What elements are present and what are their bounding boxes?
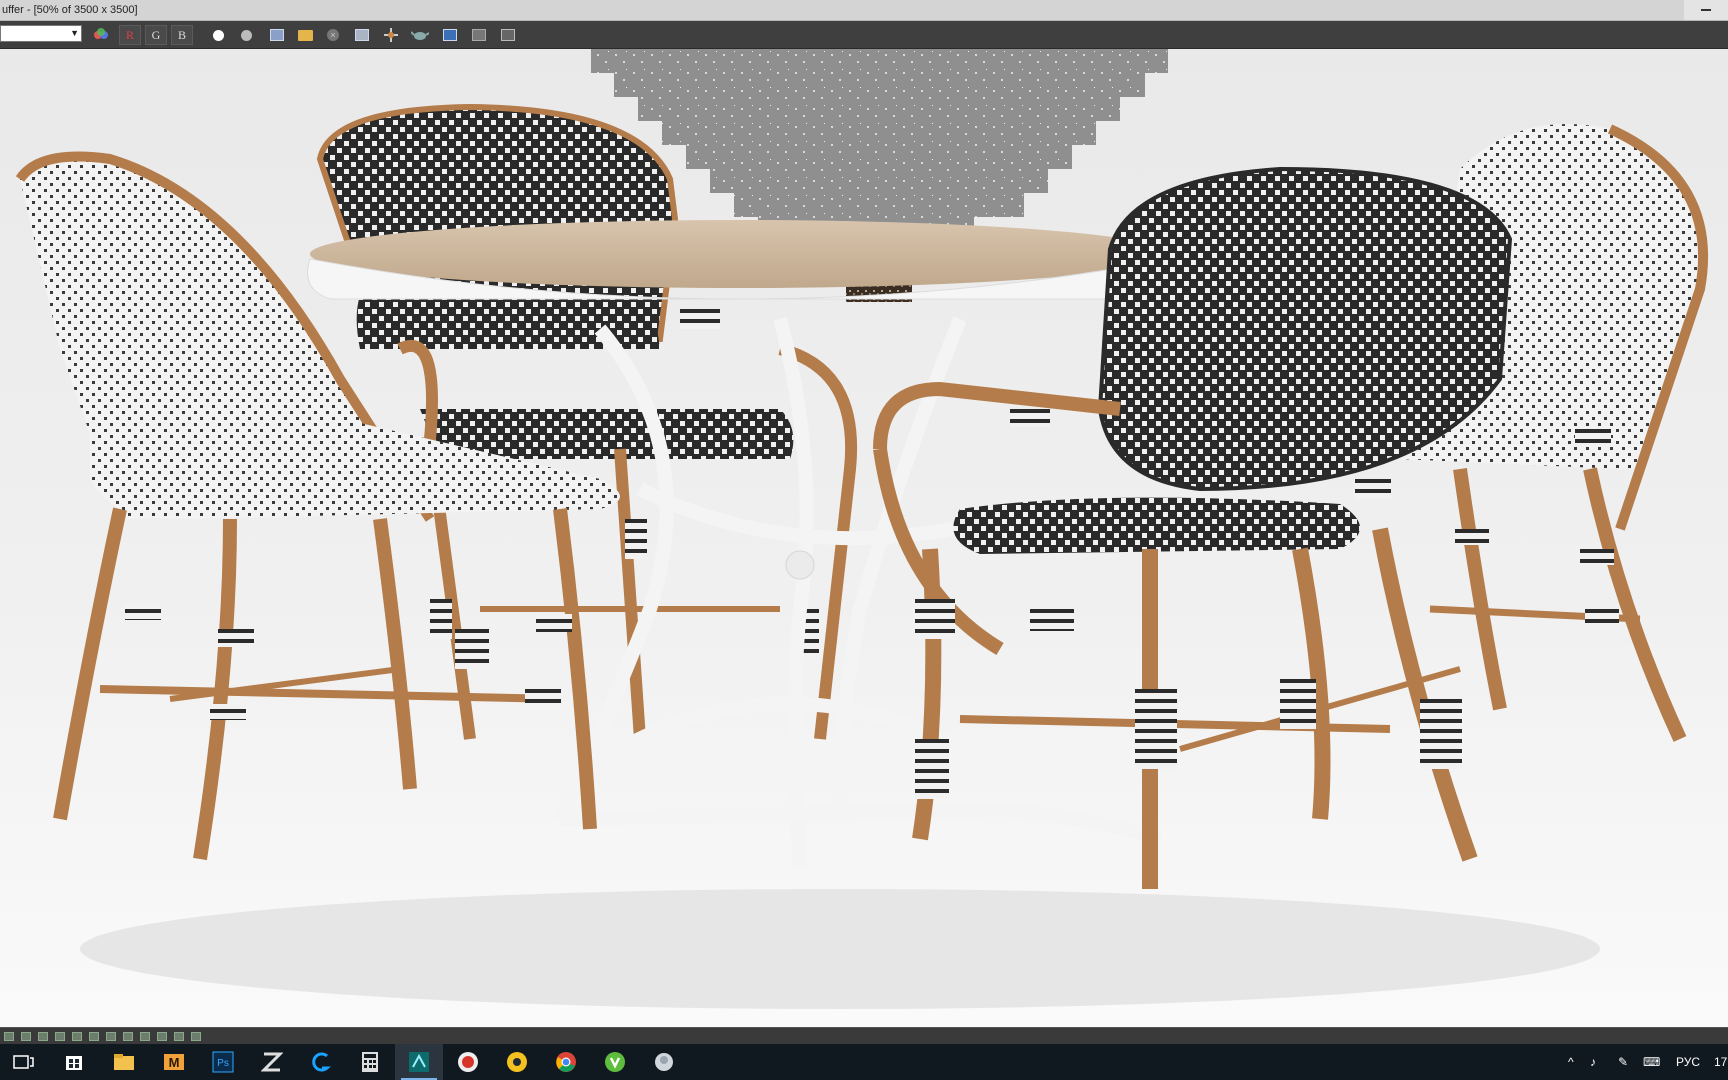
status-icon-10[interactable] [157, 1032, 167, 1041]
status-icon-1[interactable] [4, 1032, 14, 1041]
torrent-icon[interactable] [591, 1044, 639, 1080]
browser-yellow-icon[interactable] [493, 1044, 541, 1080]
clone-graphic [384, 28, 398, 42]
file-explorer-icon[interactable] [100, 1044, 148, 1080]
clone-icon[interactable] [380, 25, 402, 45]
teapot-graphic [411, 31, 429, 40]
logitech-icon[interactable] [297, 1044, 345, 1080]
color-picker-icon[interactable] [90, 25, 112, 45]
svg-text:M: M [169, 1055, 180, 1070]
windows-store-icon[interactable] [50, 1044, 98, 1080]
save-image-icon[interactable] [266, 25, 288, 45]
keyboard-icon[interactable]: ⌨ [1643, 1055, 1660, 1069]
table-top [307, 220, 1173, 300]
minimize-button[interactable] [1684, 0, 1728, 20]
frame-buffer-toolbar: ▼ R G B × [0, 21, 1728, 49]
gmail-icon[interactable]: M [150, 1044, 198, 1080]
system-tray: ^ ♪ ✎ ⌨ РУС 17 [1528, 1044, 1728, 1080]
calculator-icon[interactable] [346, 1044, 394, 1080]
status-icon-3[interactable] [38, 1032, 48, 1041]
render-viewport[interactable] [0, 49, 1728, 1027]
task-view-icon[interactable] [0, 1044, 48, 1080]
color-picker-graphic [94, 28, 108, 39]
red-channel-button[interactable]: R [119, 25, 141, 45]
copy-icon[interactable] [351, 25, 373, 45]
status-icon-6[interactable] [89, 1032, 99, 1041]
status-icon-8[interactable] [123, 1032, 133, 1041]
alpha-white-dot-icon[interactable] [207, 25, 229, 45]
tray-chevron-up-icon[interactable]: ^ [1568, 1055, 1574, 1069]
photoshop-icon[interactable]: Ps [199, 1044, 247, 1080]
status-icon-9[interactable] [140, 1032, 150, 1041]
region-icon[interactable] [439, 25, 461, 45]
volume-icon[interactable]: ♪ [1590, 1055, 1596, 1069]
record-icon[interactable] [444, 1044, 492, 1080]
status-icon-4[interactable] [55, 1032, 65, 1041]
language-indicator[interactable]: РУС [1676, 1055, 1700, 1069]
pen-icon[interactable]: ✎ [1618, 1055, 1628, 1069]
zbrush-icon[interactable] [248, 1044, 296, 1080]
svg-text:Ps: Ps [217, 1058, 229, 1069]
rendered-scene [15, 49, 1709, 1009]
frame-buffer-status-bar [0, 1027, 1728, 1045]
chevron-down-icon: ▼ [70, 28, 79, 38]
status-icon-12[interactable] [191, 1032, 201, 1041]
status-icon-5[interactable] [72, 1032, 82, 1041]
green-channel-button[interactable]: G [145, 25, 167, 45]
chrome-icon[interactable] [542, 1044, 590, 1080]
teapot-render-icon[interactable] [409, 25, 431, 45]
3ds-max-icon[interactable] [395, 1044, 443, 1080]
status-icon-2[interactable] [21, 1032, 31, 1041]
track-icon[interactable] [468, 25, 490, 45]
window-titlebar: uffer - [50% of 3500 x 3500] [0, 0, 1728, 21]
blue-channel-button[interactable]: B [171, 25, 193, 45]
open-folder-icon[interactable] [294, 25, 316, 45]
mono-grey-dot-icon[interactable] [235, 25, 257, 45]
clock[interactable]: 17 [1714, 1055, 1727, 1069]
status-icon-11[interactable] [174, 1032, 184, 1041]
frame-icon[interactable] [497, 25, 519, 45]
minimize-icon [1701, 9, 1711, 11]
extra-app-icon[interactable] [640, 1044, 688, 1080]
taskbar: M Ps ^ ♪ ✎ ⌨ РУС 17 [0, 1044, 1728, 1080]
window-title: uffer - [50% of 3500 x 3500] [2, 4, 138, 16]
render-channel-select[interactable]: ▼ [0, 25, 82, 42]
clear-icon[interactable]: × [322, 25, 344, 45]
status-icon-7[interactable] [106, 1032, 116, 1041]
